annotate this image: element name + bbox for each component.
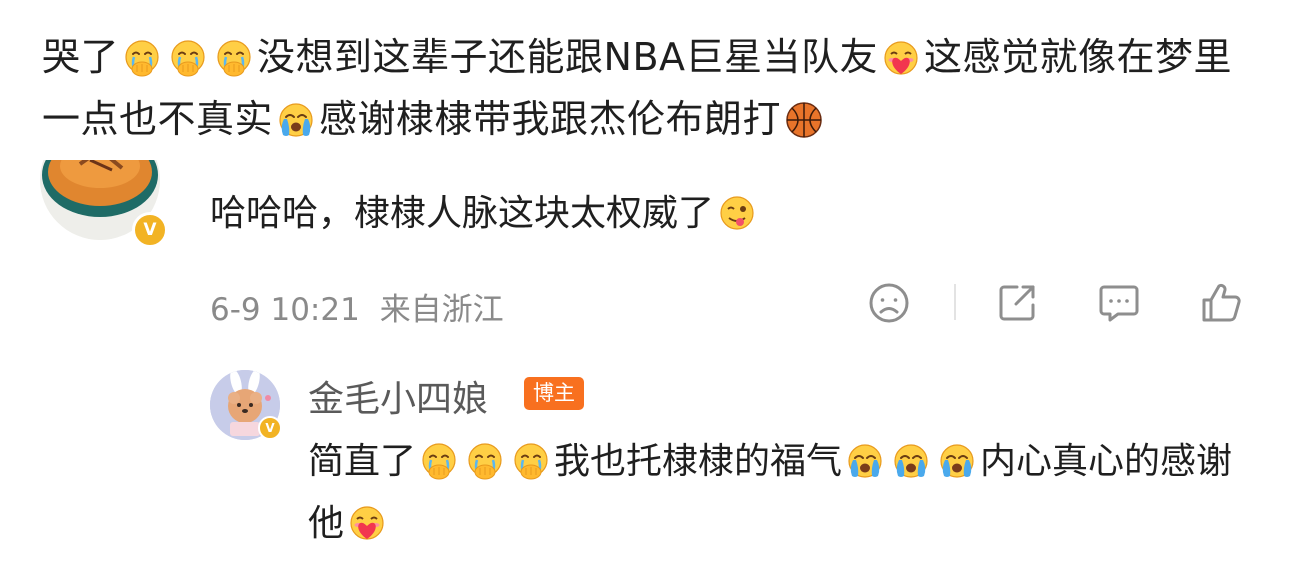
text-segment: 我也托棣棣的福气: [554, 441, 843, 482]
reply-meta: 6-9 10:21 来自浙江: [210, 284, 504, 329]
tears-of-joy-emoji: [276, 100, 316, 140]
heart-kiss-emoji: [347, 503, 387, 543]
author-badge: 博主: [524, 377, 584, 410]
tongue-wink-emoji: [717, 193, 757, 233]
verified-badge-icon: V: [132, 212, 168, 248]
author-reply-text: 简直了 我也托棣棣的福气 内心真心的感谢他: [308, 431, 1268, 555]
comment-text: 哭了 没想到这辈子还能跟NBA巨星当队友 这感觉就像在梦里 一点也不真实 感谢棣棣带我…: [42, 26, 1262, 150]
text-segment: 没想到这辈子还能跟NBA巨星当队友: [257, 35, 879, 79]
text-segment: 感谢棣棣带我跟杰伦布朗打: [319, 97, 782, 141]
text-segment: 哭了: [42, 35, 120, 79]
crying-pray-emoji: [419, 441, 459, 481]
text-segment: 哈哈哈，棣棣人脉这块太权威了: [210, 193, 715, 234]
timestamp: 6-9 10:21: [210, 292, 360, 328]
tears-of-joy-emoji: [891, 441, 931, 481]
crying-pray-emoji: [168, 38, 208, 78]
share-icon[interactable]: [992, 278, 1042, 328]
reply-actions: [864, 278, 1254, 328]
reply-text: 哈哈哈，棣棣人脉这块太权威了: [210, 186, 760, 242]
crying-pray-emoji: [214, 38, 254, 78]
crying-pray-emoji: [122, 38, 162, 78]
text-segment: 简直了: [308, 441, 417, 482]
crying-pray-emoji: [511, 441, 551, 481]
author-name[interactable]: 金毛小四娘: [308, 370, 488, 422]
like-icon[interactable]: [1196, 278, 1246, 328]
heart-kiss-emoji: [881, 38, 921, 78]
location: 来自浙江: [379, 292, 504, 328]
tears-of-joy-emoji: [937, 441, 977, 481]
divider: [954, 284, 956, 320]
verified-badge-icon: V: [258, 416, 282, 440]
tears-of-joy-emoji: [845, 441, 885, 481]
basketball-emoji: [784, 100, 824, 140]
sad-face-icon[interactable]: [864, 278, 914, 328]
avatar[interactable]: V: [40, 160, 168, 248]
author-avatar[interactable]: V: [210, 370, 284, 444]
crying-pray-emoji: [465, 441, 505, 481]
comment-icon[interactable]: [1094, 278, 1144, 328]
